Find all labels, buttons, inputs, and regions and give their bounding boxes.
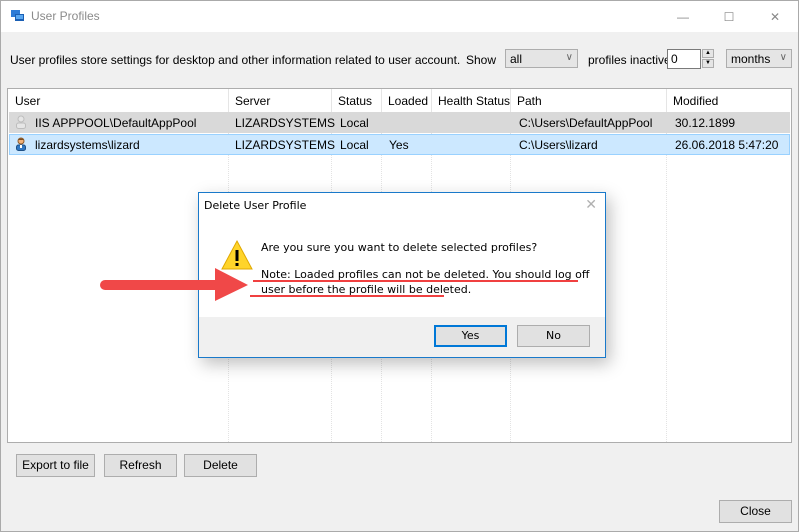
cell-modified: 30.12.1899 [675,116,736,130]
close-icon: ✕ [769,9,781,24]
chevron-down-icon: ∨ [565,52,573,63]
column-header-loaded[interactable]: Loaded [388,94,428,108]
table-row[interactable]: lizardsystems\lizard LIZARDSYSTEMS Local… [9,134,790,155]
header-separator[interactable] [666,89,667,112]
minimize-button[interactable]: — [660,1,706,32]
show-filter-value: all [510,52,523,66]
dialog-close-icon[interactable]: ✕ [585,197,597,213]
delete-user-profile-dialog: Delete User Profile ✕ Are you sure you w… [198,192,606,358]
header-separator[interactable] [431,89,432,112]
chevron-down-icon: ∨ [779,52,787,63]
cell-user: lizardsystems\lizard [35,138,140,152]
user-profiles-app-icon [11,10,24,21]
dialog-note: Note: Loaded profiles can not be deleted… [261,268,590,296]
close-button[interactable]: Close [719,500,792,523]
maximize-icon: ☐ [723,9,735,24]
show-label: Show [466,53,497,67]
profiles-inactive-label: profiles inactive [588,53,671,67]
column-header-server[interactable]: Server [235,94,270,108]
cell-status: Local [340,138,369,152]
title-bar: User Profiles — ☐ ✕ [1,1,798,32]
column-header-path[interactable]: Path [517,94,542,108]
user-active-icon [16,137,26,151]
cell-modified: 26.06.2018 5:47:20 [675,138,779,152]
delete-button[interactable]: Delete [184,454,257,477]
header-separator[interactable] [331,89,332,112]
user-inactive-icon [16,115,26,129]
header-separator[interactable] [228,89,229,112]
yes-button[interactable]: Yes [434,325,507,347]
column-header-user[interactable]: User [15,94,40,108]
header-separator[interactable] [510,89,511,112]
maximize-button[interactable]: ☐ [706,1,752,32]
cell-server: LIZARDSYSTEMS [235,116,336,130]
time-unit-value: months [731,52,771,66]
inactive-count-value: 0 [671,52,678,66]
inactive-count-input[interactable]: 0 [667,49,701,69]
header-separator[interactable] [381,89,382,112]
window-title: User Profiles [31,9,100,23]
dialog-question: Are you sure you want to delete selected… [261,241,538,254]
column-header-modified[interactable]: Modified [673,94,718,108]
refresh-button[interactable]: Refresh [104,454,177,477]
close-window-button[interactable]: ✕ [752,1,798,32]
dialog-footer: Yes No [199,317,605,357]
minimize-icon: — [677,9,689,24]
table-row[interactable]: IIS APPPOOL\DefaultAppPool LIZARDSYSTEMS… [9,112,790,133]
cell-server: LIZARDSYSTEMS [235,138,336,152]
cell-path: C:\Users\lizard [519,138,598,152]
dialog-title: Delete User Profile [204,199,307,212]
show-filter-dropdown[interactable]: all ∨ [505,49,578,68]
export-to-file-button[interactable]: Export to file [16,454,95,477]
no-button[interactable]: No [517,325,590,347]
spin-down-icon[interactable]: ▼ [702,59,714,68]
cell-status: Local [340,116,369,130]
description-text: User profiles store settings for desktop… [10,53,461,67]
time-unit-dropdown[interactable]: months ∨ [726,49,792,68]
spin-up-icon[interactable]: ▲ [702,49,714,58]
cell-user: IIS APPPOOL\DefaultAppPool [35,116,197,130]
warning-icon [221,239,253,270]
list-header: User Server Status Loaded Health Status … [8,89,791,112]
column-header-status[interactable]: Status [338,94,372,108]
cell-path: C:\Users\DefaultAppPool [519,116,653,130]
cell-loaded: Yes [389,138,409,152]
inactive-count-spinner[interactable]: ▲ ▼ [702,49,714,69]
column-header-health-status[interactable]: Health Status [438,94,510,108]
